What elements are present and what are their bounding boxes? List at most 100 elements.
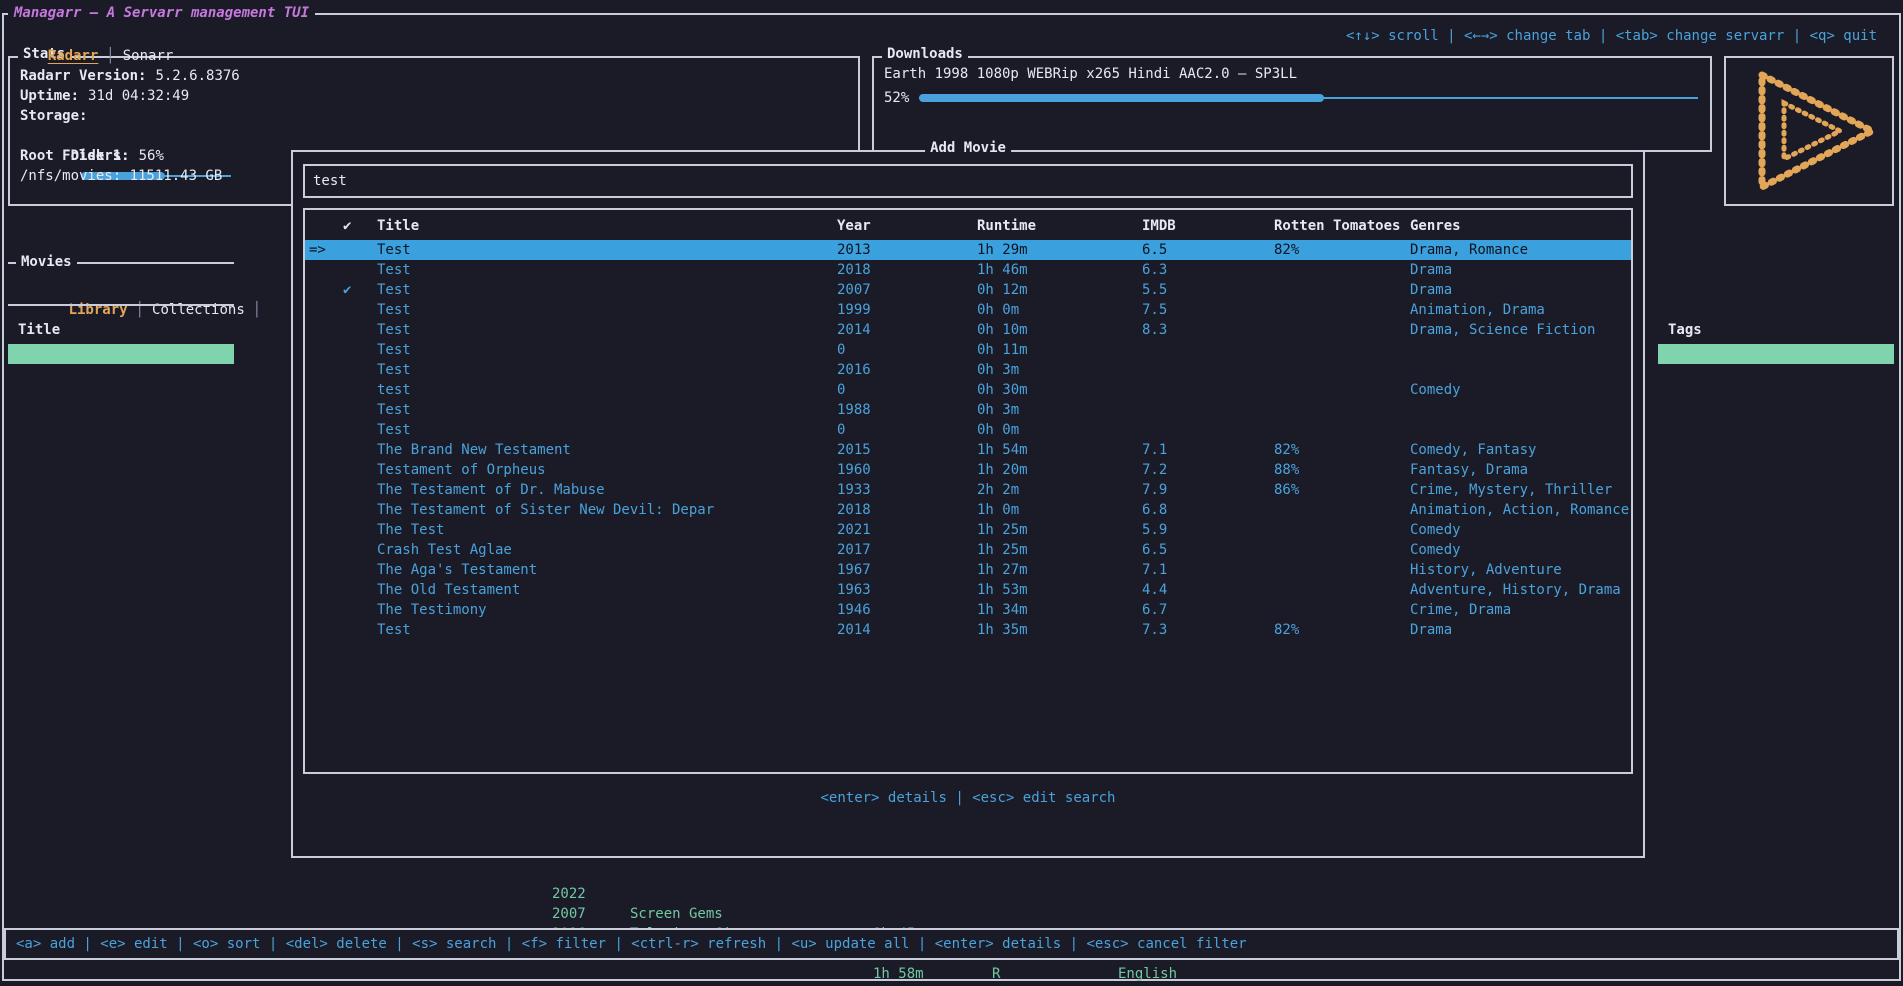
result-runtime: 1h 35m <box>977 620 1142 640</box>
stat-root-folders-label: Root Folders: <box>20 146 139 166</box>
search-result-row[interactable]: The Testament of Dr. Mabuse 1933 2h 2m 7… <box>305 480 1631 500</box>
movie-list-item[interactable]: Slender Man <box>8 684 234 704</box>
result-runtime: 1h 53m <box>977 580 1142 600</box>
search-result-row[interactable]: The Testament of Sister New Devil: Depar… <box>305 500 1631 520</box>
movie-list-item[interactable]: Firestarter <box>8 764 234 784</box>
result-imdb: 5.9 <box>1142 520 1274 540</box>
result-rt <box>1274 340 1410 360</box>
search-result-row[interactable]: The Brand New Testament 2015 1h 54m 7.1 … <box>305 440 1631 460</box>
search-result-row[interactable]: test 0 0h 30m Comedy <box>305 380 1631 400</box>
library-table-row[interactable]: 2007 Telecinco Cinema 1h 45m R Spanish 0… <box>0 884 1903 904</box>
movie-list-item[interactable]: Lights Out <box>8 804 234 824</box>
result-check <box>343 380 377 400</box>
search-result-row[interactable]: Test 2014 0h 10m 8.3 Drama, Science Fict… <box>305 320 1631 340</box>
movie-list-item[interactable]: The Martian <box>8 444 234 464</box>
add-movie-search-box <box>303 164 1633 198</box>
movie-list-item[interactable]: Gone with the Wind <box>8 544 234 564</box>
result-check <box>343 320 377 340</box>
search-result-row[interactable]: The Test 2021 1h 25m 5.9 Comedy <box>305 520 1631 540</box>
result-year: 2013 <box>837 240 977 260</box>
search-result-row[interactable]: Test 2018 1h 46m 6.3 Drama <box>305 260 1631 280</box>
movie-list-item[interactable]: Incantation <box>8 744 234 764</box>
result-genres: Animation, Action, Romance <box>1410 500 1629 520</box>
search-result-row[interactable]: ✔ Test 2007 0h 12m 5.5 Drama <box>305 280 1631 300</box>
search-result-row[interactable]: Test 1988 0h 3m <box>305 400 1631 420</box>
add-movie-search-input[interactable] <box>305 166 1631 196</box>
movie-list-item[interactable]: Sinister 2 <box>8 644 234 664</box>
movies-tabs: Library│Collections│ <box>18 280 269 300</box>
movie-list-item[interactable]: The Conjuring: The De <box>8 404 234 424</box>
search-result-row[interactable]: Test 0 0h 0m <box>305 420 1631 440</box>
selected-row-tags-cell[interactable] <box>1658 344 1894 364</box>
stat-disk-percent: 56% <box>139 148 164 164</box>
result-genres: Drama <box>1410 260 1627 280</box>
result-genres: Comedy <box>1410 520 1627 540</box>
movie-list-item[interactable]: The Conjuring <box>8 364 234 384</box>
movie-list-item[interactable]: Nope <box>8 524 234 544</box>
search-result-row[interactable]: Test 2016 0h 3m <box>305 360 1631 380</box>
result-arrow <box>309 280 343 300</box>
movie-list-item[interactable]: The Thing <box>8 464 234 484</box>
search-result-row[interactable]: Test 1999 0h 0m 7.5 Animation, Drama <box>305 300 1631 320</box>
top-keybinds-help: <↑↓> scroll | <←→> change tab | <tab> ch… <box>1346 26 1877 46</box>
result-check <box>343 540 377 560</box>
add-movie-modal: Add Movie ✔ Title Year Runtime IMDB Rott… <box>291 150 1645 858</box>
movie-list-item[interactable]: A Quiet Place Part II <box>8 584 234 604</box>
movie-list-item[interactable]: Sinister <box>8 624 234 644</box>
library-table-row[interactable]: 2022 Screen Gems 1h 45m PG-13 English 1.… <box>0 864 1903 884</box>
search-result-row[interactable]: The Aga's Testament 1967 1h 27m 7.1 Hist… <box>305 560 1631 580</box>
result-rt <box>1274 380 1410 400</box>
search-result-row[interactable]: Test 2014 1h 35m 7.3 82% Drama <box>305 620 1631 640</box>
search-result-row[interactable]: Testament of Orpheus 1960 1h 20m 7.2 88%… <box>305 460 1631 480</box>
result-title: The Testimony <box>377 600 837 620</box>
tab-radarr[interactable]: Radarr <box>48 48 99 64</box>
movie-list-item[interactable]: Life <box>8 504 234 524</box>
download-item-name: Earth 1998 1080p WEBRip x265 Hindi AAC2.… <box>884 64 1297 84</box>
result-title: Testament of Orpheus <box>377 460 837 480</box>
movie-list-item[interactable]: The Conjuring 2 <box>8 384 234 404</box>
result-year: 1933 <box>837 480 977 500</box>
result-runtime: 2h 2m <box>977 480 1142 500</box>
radarr-logo-icon <box>1734 67 1884 195</box>
search-result-row[interactable]: Test 0 0h 11m <box>305 340 1631 360</box>
tab-sonarr[interactable]: Sonarr <box>123 48 174 64</box>
movie-list-item[interactable]: Inception <box>8 424 234 444</box>
download-progress-fill <box>919 94 1324 102</box>
result-year: 2014 <box>837 320 977 340</box>
search-result-row[interactable]: Crash Test Aglae 2017 1h 25m 6.5 Comedy <box>305 540 1631 560</box>
result-check <box>343 440 377 460</box>
result-runtime: 0h 0m <box>977 300 1142 320</box>
stat-version-label: Radarr Version: <box>20 68 146 84</box>
downloads-panel: Downloads Earth 1998 1080p WEBRip x265 H… <box>872 56 1712 152</box>
result-runtime: 1h 20m <box>977 460 1142 480</box>
result-runtime: 0h 0m <box>977 420 1142 440</box>
movie-list-item[interactable]: Ma <box>8 704 234 724</box>
movie-list-item[interactable]: 1408 <box>8 824 234 844</box>
stat-version: Radarr Version:5.2.6.8376 <box>20 66 240 86</box>
stat-disk: Disk 1:56% <box>20 126 231 146</box>
stat-uptime-value: 31d 04:32:49 <box>88 88 189 104</box>
movie-list-item[interactable]: Us <box>8 664 234 684</box>
library-table-row[interactable]: 2016 Next Entertainment World 1h 58m NR … <box>0 904 1903 924</box>
search-result-row[interactable]: The Testimony 1946 1h 34m 6.7 Crime, Dra… <box>305 600 1631 620</box>
result-check <box>343 340 377 360</box>
movie-list-item[interactable]: The Girl with All the <box>8 844 234 864</box>
result-arrow <box>309 320 343 340</box>
result-year: 0 <box>837 380 977 400</box>
search-result-row[interactable]: The Old Testament 1963 1h 53m 4.4 Advent… <box>305 580 1631 600</box>
result-runtime: 0h 3m <box>977 400 1142 420</box>
result-check <box>343 460 377 480</box>
result-year: 2018 <box>837 260 977 280</box>
result-arrow <box>309 440 343 460</box>
movie-list-item[interactable]: mother! <box>8 724 234 744</box>
result-check <box>343 580 377 600</box>
movie-list-item[interactable]: A Quiet Place <box>8 564 234 584</box>
movie-list-item[interactable]: Alien <box>8 484 234 504</box>
movie-list-item[interactable]: The Witch <box>8 604 234 624</box>
download-percent: 52% <box>884 88 909 108</box>
movie-list-item[interactable]: =>Dune <box>8 344 234 364</box>
result-arrow <box>309 480 343 500</box>
result-runtime: 0h 3m <box>977 360 1142 380</box>
search-result-row[interactable]: => Test 2013 1h 29m 6.5 82% Drama, Roman… <box>305 240 1631 260</box>
movie-list-item[interactable]: Misery <box>8 784 234 804</box>
